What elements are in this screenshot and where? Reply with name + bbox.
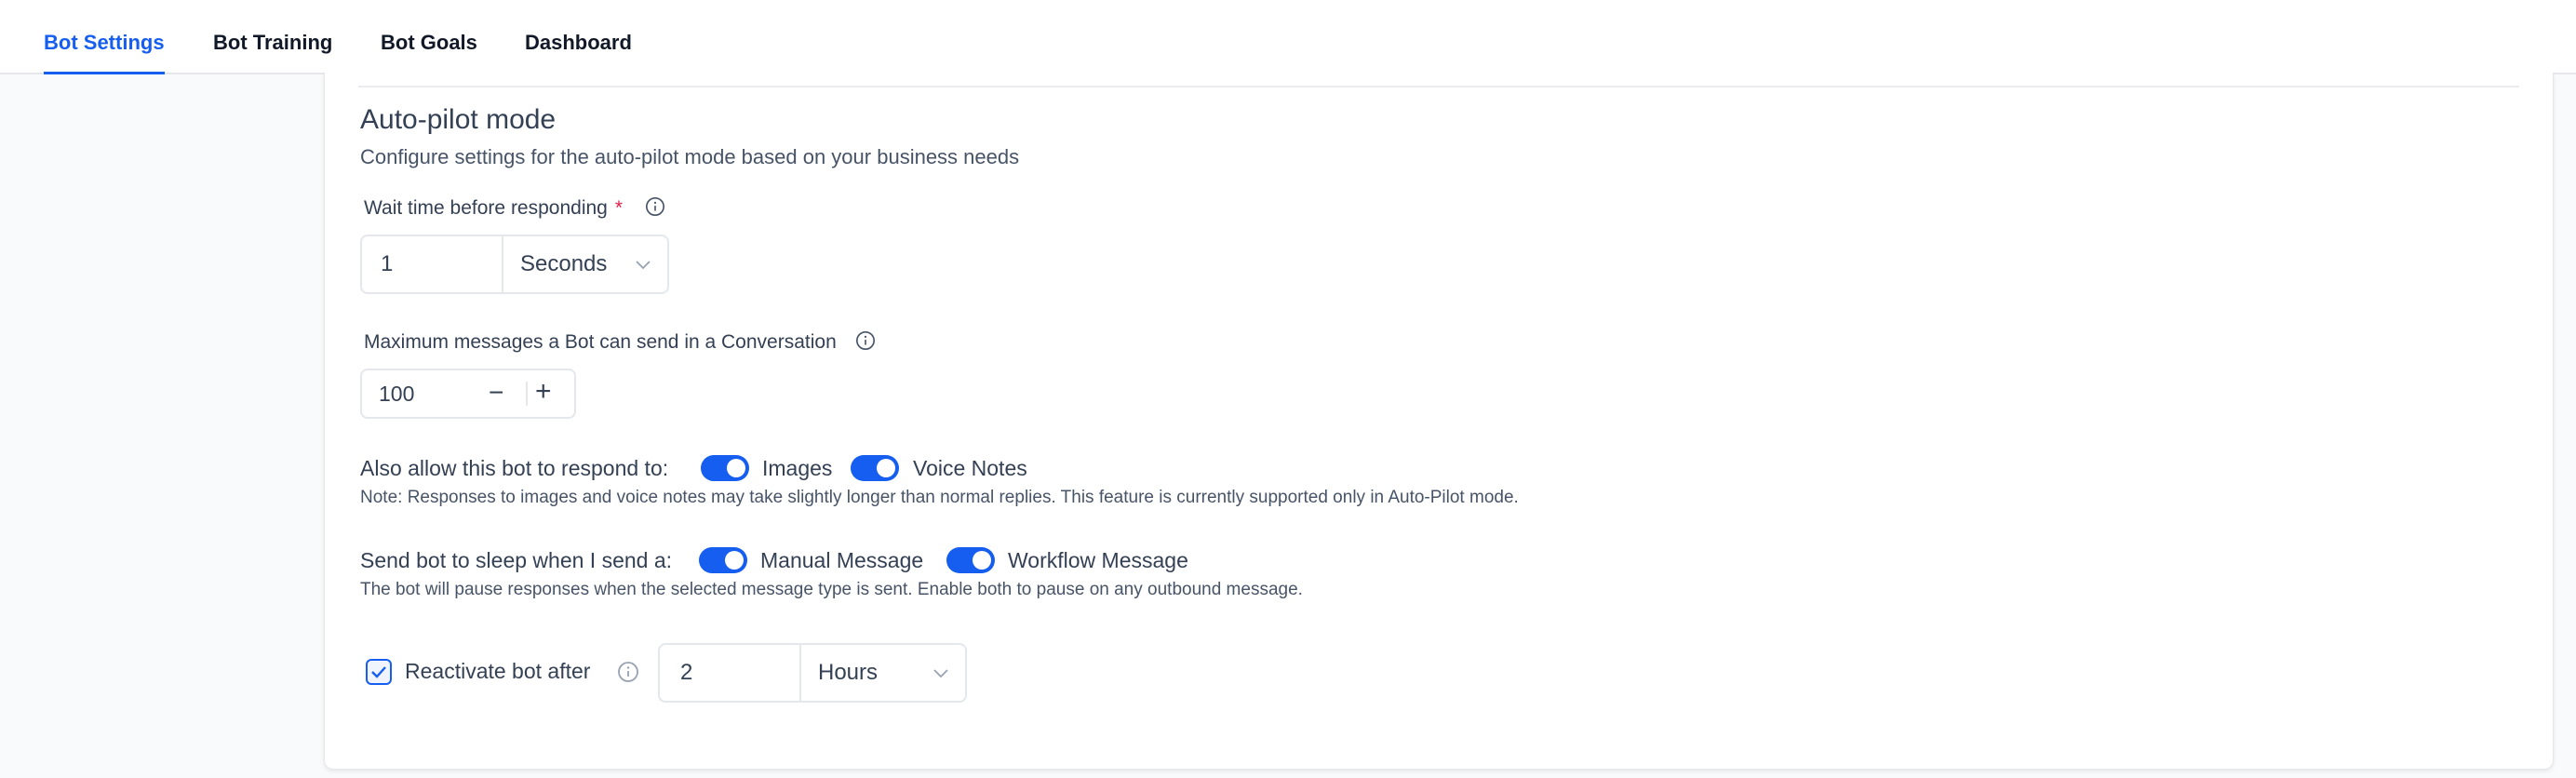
reactivate-checkbox[interactable] <box>366 659 392 685</box>
max-messages-input[interactable]: 100 <box>379 382 414 407</box>
wait-time-unit-select[interactable]: Seconds <box>520 251 607 277</box>
check-icon <box>371 666 386 678</box>
toggle-knob <box>973 551 991 570</box>
wait-time-value-input[interactable]: 1 <box>381 251 393 277</box>
reactivate-duration-field: 2 Hours <box>658 643 967 703</box>
divider <box>358 86 2519 87</box>
section-description: Configure settings for the auto-pilot mo… <box>360 145 1020 168</box>
voice-notes-toggle[interactable] <box>851 455 899 481</box>
field-divider <box>502 236 503 292</box>
tab-bot-goals[interactable]: Bot Goals <box>381 0 477 73</box>
max-messages-label: Maximum messages a Bot can send in a Con… <box>364 331 876 354</box>
max-messages-stepper: 100 − + <box>360 369 576 419</box>
toggle-knob <box>725 551 744 570</box>
tab-bar: Bot Settings Bot Training Bot Goals Dash… <box>0 0 2576 74</box>
tab-dashboard[interactable]: Dashboard <box>525 0 632 73</box>
reactivate-label: Reactivate bot after <box>405 659 591 683</box>
sleep-note: The bot will pause responses when the se… <box>360 580 1303 599</box>
respond-to-note: Note: Responses to images and voice note… <box>360 488 1519 507</box>
info-icon[interactable] <box>617 661 639 683</box>
workflow-message-toggle[interactable] <box>946 547 995 573</box>
chevron-down-icon <box>636 261 651 270</box>
sleep-label: Send bot to sleep when I send a: <box>360 548 673 572</box>
toggle-knob <box>877 459 895 477</box>
respond-to-label: Also allow this bot to respond to: <box>360 456 669 480</box>
wait-time-field: 1 Seconds <box>360 235 669 294</box>
images-toggle[interactable] <box>701 455 749 481</box>
reactivate-unit-select[interactable]: Hours <box>818 660 878 686</box>
decrement-button[interactable]: − <box>489 378 503 408</box>
auto-pilot-settings-card: Auto-pilot mode Configure settings for t… <box>324 73 2554 770</box>
images-toggle-label: Images <box>762 456 833 480</box>
increment-button[interactable]: + <box>535 376 552 408</box>
voice-notes-toggle-label: Voice Notes <box>913 456 1027 480</box>
required-mark: * <box>614 197 624 219</box>
section-title: Auto-pilot mode <box>360 104 557 135</box>
toggle-knob <box>727 459 745 477</box>
manual-message-toggle-label: Manual Message <box>760 548 924 572</box>
workflow-message-toggle-label: Workflow Message <box>1008 548 1188 572</box>
stepper-divider <box>526 382 528 406</box>
field-divider <box>799 645 801 701</box>
max-messages-label-text: Maximum messages a Bot can send in a Con… <box>364 331 837 353</box>
chevron-down-icon <box>933 669 948 678</box>
manual-message-toggle[interactable] <box>699 547 747 573</box>
wait-time-label-text: Wait time before responding <box>364 197 608 219</box>
tab-bot-training[interactable]: Bot Training <box>213 0 332 73</box>
tab-bot-settings[interactable]: Bot Settings <box>44 0 165 74</box>
reactivate-value-input[interactable]: 2 <box>680 660 692 686</box>
info-icon[interactable] <box>645 196 665 217</box>
info-icon[interactable] <box>855 330 876 351</box>
wait-time-label: Wait time before responding * <box>364 197 665 220</box>
